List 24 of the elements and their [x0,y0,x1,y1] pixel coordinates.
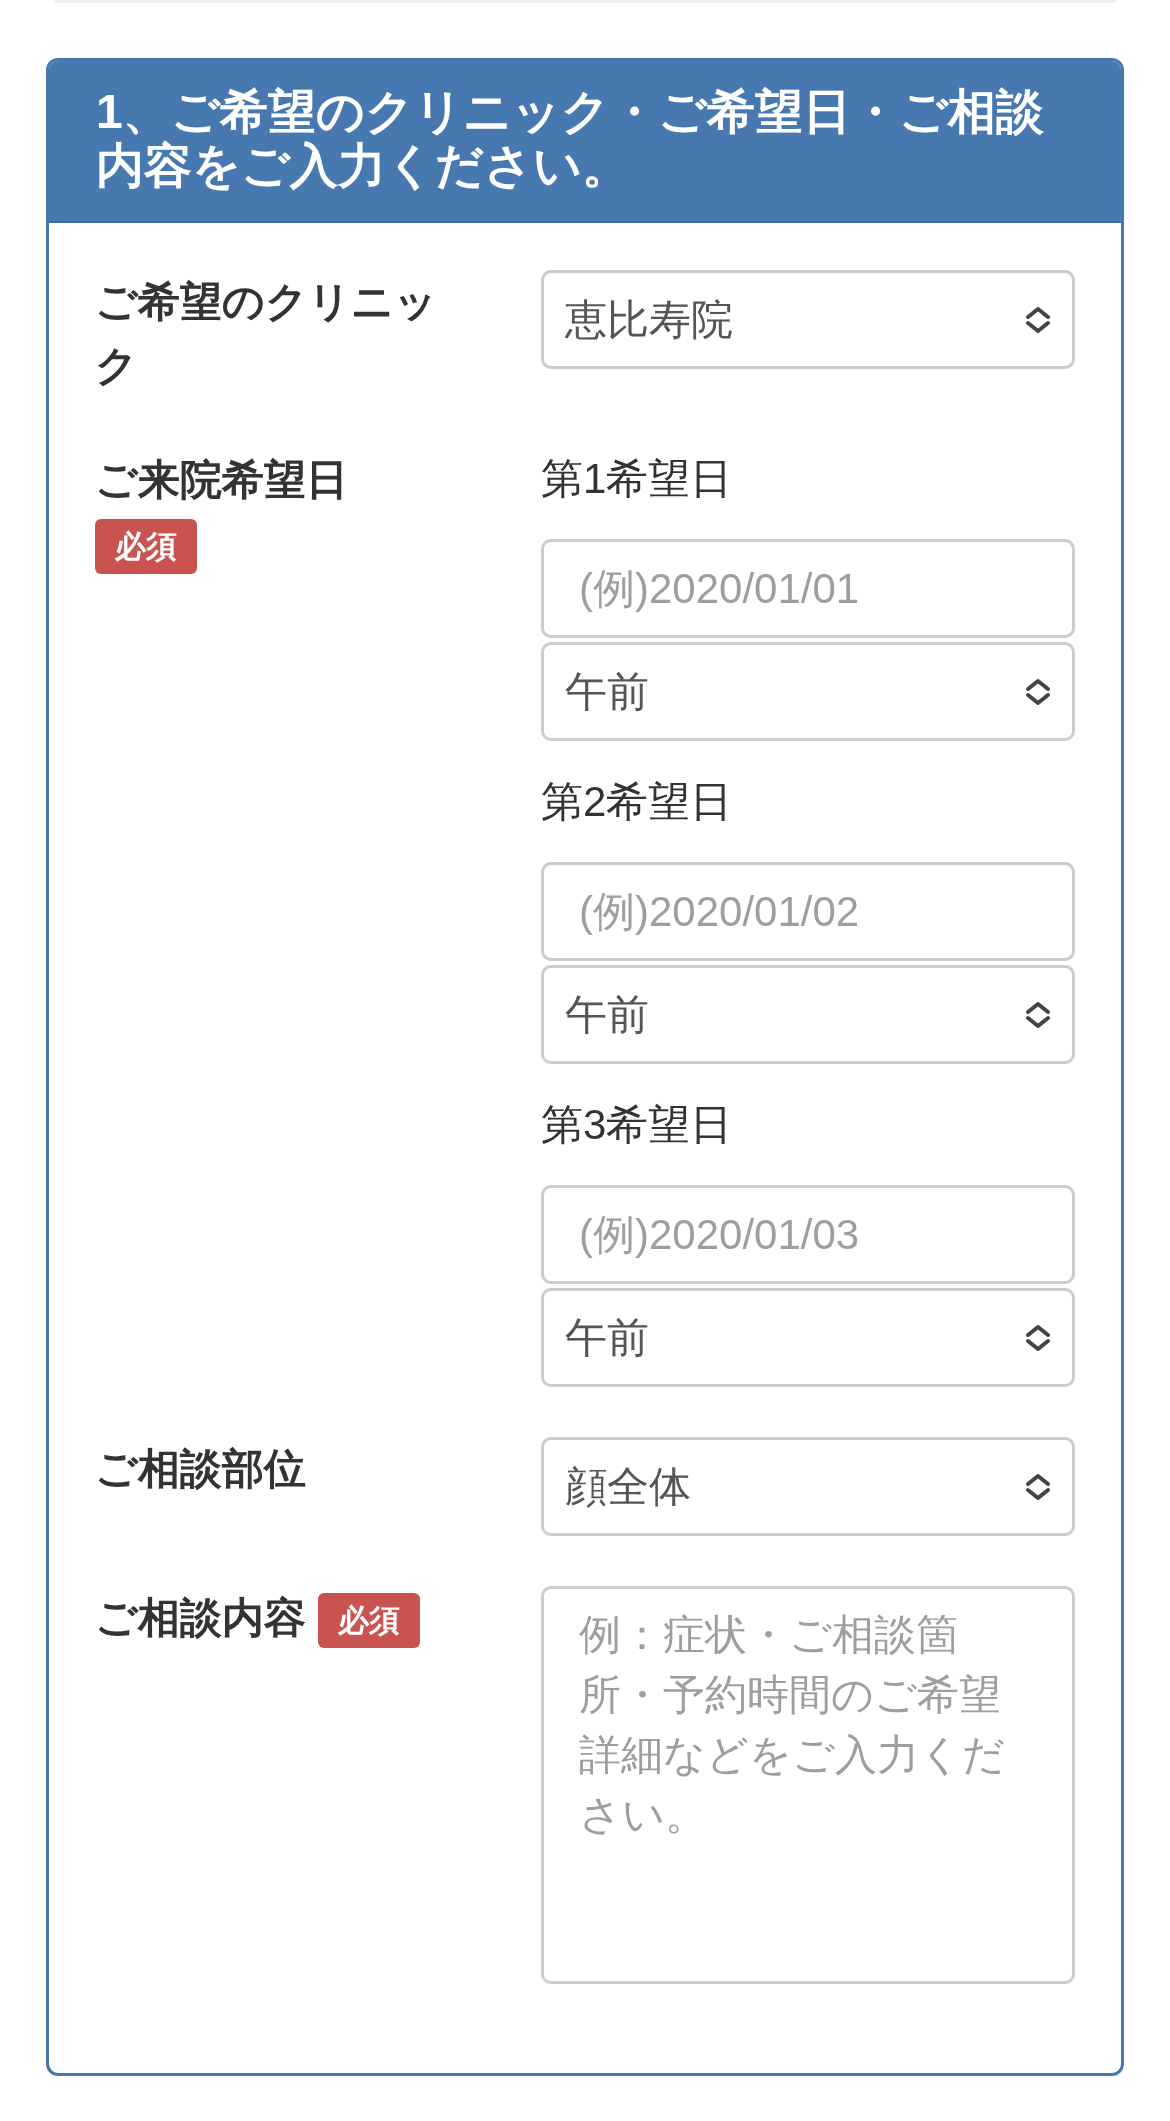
dropdown[interactable]: 顔全体 [541,1437,1075,1536]
chevron-up-down-icon [1025,305,1051,334]
date-choice-label: 第2希望日 [541,777,733,827]
section-title: 1、ご希望のクリニック・ご希望日・ご相談内容をご入力ください。 [96,85,1045,193]
required-badge: 必須 [317,1593,420,1649]
field-label: ご来院希望日 [95,456,348,503]
field-label: ご希望のクリニック [95,278,437,389]
consultation-textarea[interactable]: 例：症状・ご相談箇所・予約時間のご希望詳細などをご入力ください。 [541,1586,1075,1984]
chevron-up-down-icon [1025,677,1051,706]
date-input[interactable]: (例)2020/01/03 [541,1185,1075,1284]
field-label: ご相談内容 [95,1594,306,1641]
dropdown[interactable]: 午前 [541,1288,1075,1387]
date-input[interactable]: (例)2020/01/02 [541,862,1075,961]
dropdown[interactable]: 恵比寿院 [541,270,1075,369]
field-label: ご相談部位 [95,1445,306,1492]
required-badge: 必須 [95,519,197,575]
dropdown[interactable]: 午前 [541,965,1075,1064]
date-choice-label: 第3希望日 [541,1100,733,1150]
chevron-up-down-icon [1025,1323,1051,1352]
date-choice-label: 第1希望日 [541,454,733,504]
chevron-up-down-icon [1025,1000,1051,1029]
dropdown[interactable]: 午前 [541,642,1075,741]
chevron-up-down-icon [1025,1472,1051,1501]
date-input[interactable]: (例)2020/01/01 [541,539,1075,638]
